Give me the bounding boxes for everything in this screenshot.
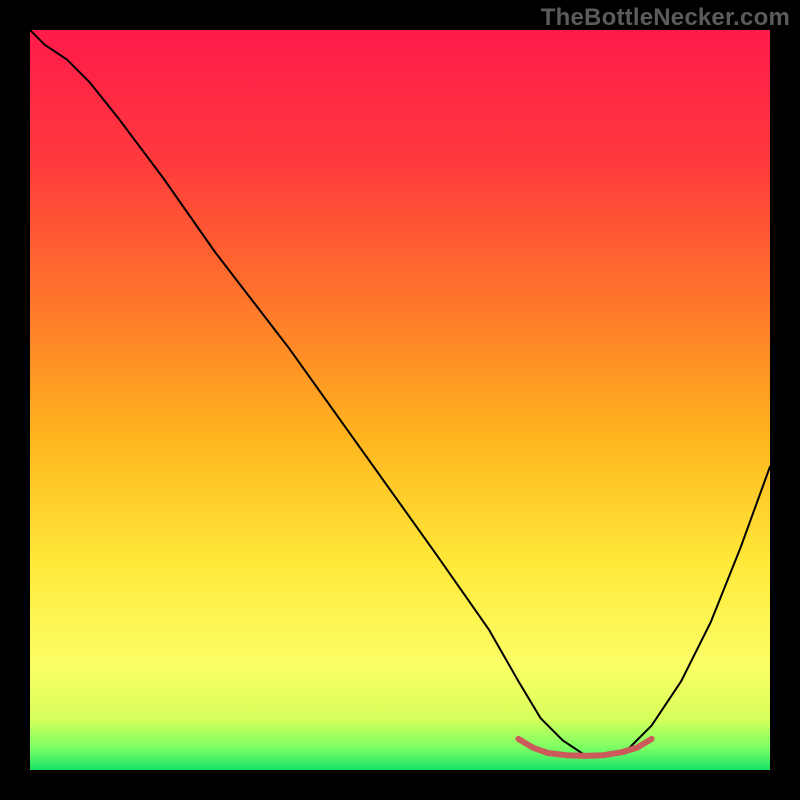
chart-container: TheBottleNecker.com [0,0,800,800]
chart-svg [30,30,770,770]
plot-area [30,30,770,770]
gradient-background [30,30,770,770]
watermark-label: TheBottleNecker.com [541,4,790,32]
